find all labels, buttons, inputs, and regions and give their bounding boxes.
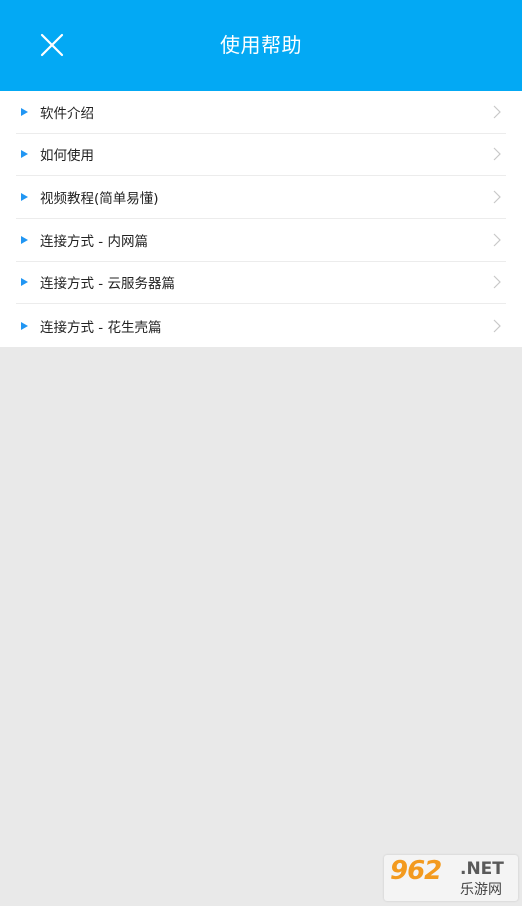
chevron-right-icon (493, 190, 501, 204)
chevron-right-icon (493, 276, 501, 289)
page-title: 使用帮助 (220, 33, 302, 57)
list-item-software-intro[interactable]: 软件介绍 (16, 91, 506, 134)
triangle-bullet-icon (21, 321, 28, 330)
chevron-right-icon (493, 105, 501, 119)
list-item-connect-lan[interactable]: 连接方式 - 内网篇 (16, 219, 506, 262)
watermark-suffix: .NET (460, 859, 504, 879)
watermark-site-name: 乐游网 (460, 882, 502, 898)
list-item-connect-oray[interactable]: 连接方式 - 花生壳篇 (16, 304, 506, 347)
site-watermark: 962 .NET 乐游网 (384, 855, 518, 901)
list-item-label: 视频教程(简单易懂) (40, 191, 159, 208)
list-item-label: 如何使用 (40, 148, 94, 165)
triangle-bullet-icon (21, 235, 28, 244)
triangle-bullet-icon (21, 278, 28, 287)
list-item-label: 连接方式 - 花生壳篇 (40, 319, 162, 336)
list-item-video-tutorial[interactable]: 视频教程(简单易懂) (16, 176, 506, 219)
app-header: 使用帮助 (0, 0, 522, 91)
list-item-label: 软件介绍 (40, 105, 94, 122)
chevron-right-icon (493, 319, 501, 333)
triangle-bullet-icon (21, 193, 28, 202)
list-item-connect-cloud-server[interactable]: 连接方式 - 云服务器篇 (16, 262, 506, 305)
help-list: 软件介绍 如何使用 视频教程(简单易懂) 连接方式 - 内网篇 连接方式 - 云… (0, 91, 522, 347)
list-item-label: 连接方式 - 云服务器篇 (40, 276, 175, 293)
chevron-right-icon (493, 148, 501, 161)
triangle-bullet-icon (21, 107, 28, 116)
chevron-right-icon (493, 233, 501, 247)
watermark-number: 962 (390, 856, 442, 886)
triangle-bullet-icon (21, 150, 28, 159)
list-item-how-to-use[interactable]: 如何使用 (16, 134, 506, 177)
list-item-label: 连接方式 - 内网篇 (40, 233, 148, 250)
